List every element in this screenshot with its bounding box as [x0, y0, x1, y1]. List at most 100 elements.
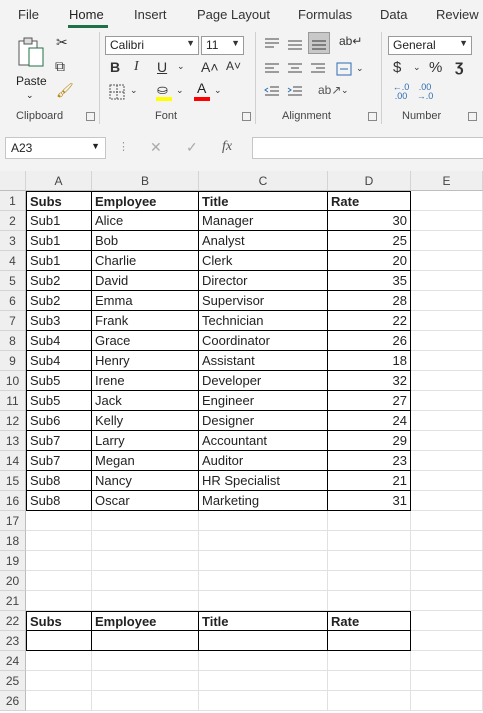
- cell-a24[interactable]: [26, 651, 92, 671]
- wrap-text-icon[interactable]: ab↵: [339, 34, 362, 48]
- cell-e16[interactable]: [411, 491, 483, 511]
- number-launcher-icon[interactable]: [468, 112, 477, 121]
- cell-b12[interactable]: Kelly: [92, 411, 199, 431]
- cell-b14[interactable]: Megan: [92, 451, 199, 471]
- cell-d17[interactable]: [328, 511, 411, 531]
- cell-c26[interactable]: [199, 691, 328, 711]
- cell-c3[interactable]: Analyst: [199, 231, 328, 251]
- increase-decimal-button[interactable]: ←.0 .00: [390, 83, 412, 101]
- cell-a14[interactable]: Sub7: [26, 451, 92, 471]
- row-header-25[interactable]: 25: [0, 671, 26, 691]
- tab-file[interactable]: File: [18, 7, 39, 22]
- cell-b6[interactable]: Emma: [92, 291, 199, 311]
- cell-a3[interactable]: Sub1: [26, 231, 92, 251]
- cell-c6[interactable]: Supervisor: [199, 291, 328, 311]
- cell-c13[interactable]: Accountant: [199, 431, 328, 451]
- cell-a2[interactable]: Sub1: [26, 211, 92, 231]
- cell-c25[interactable]: [199, 671, 328, 691]
- row-header-3[interactable]: 3: [0, 231, 26, 251]
- cell-e2[interactable]: [411, 211, 483, 231]
- cell-d11[interactable]: 27: [328, 391, 411, 411]
- cell-d19[interactable]: [328, 551, 411, 571]
- cell-a7[interactable]: Sub3: [26, 311, 92, 331]
- cell-a4[interactable]: Sub1: [26, 251, 92, 271]
- align-left-icon[interactable]: [264, 62, 280, 76]
- cell-e12[interactable]: [411, 411, 483, 431]
- cell-b23[interactable]: [92, 631, 199, 651]
- chevron-down-icon[interactable]: ⌄: [413, 62, 421, 73]
- cell-a11[interactable]: Sub5: [26, 391, 92, 411]
- cell-b8[interactable]: Grace: [92, 331, 199, 351]
- chevron-down-icon[interactable]: ⌄: [356, 63, 364, 74]
- cell-d10[interactable]: 32: [328, 371, 411, 391]
- cell-b5[interactable]: David: [92, 271, 199, 291]
- row-header-2[interactable]: 2: [0, 211, 26, 231]
- cell-b18[interactable]: [92, 531, 199, 551]
- cell-d12[interactable]: 24: [328, 411, 411, 431]
- column-header-c[interactable]: C: [199, 171, 328, 191]
- align-right-icon[interactable]: [310, 62, 326, 76]
- row-header-23[interactable]: 23: [0, 631, 26, 651]
- confirm-entry-icon[interactable]: ✓: [186, 139, 198, 156]
- tab-insert[interactable]: Insert: [134, 7, 167, 22]
- row-header-18[interactable]: 18: [0, 531, 26, 551]
- align-middle-icon[interactable]: [287, 37, 303, 51]
- cell-e22[interactable]: [411, 611, 483, 631]
- row-header-26[interactable]: 26: [0, 691, 26, 711]
- row-header-12[interactable]: 12: [0, 411, 26, 431]
- cell-e4[interactable]: [411, 251, 483, 271]
- column-header-e[interactable]: E: [411, 171, 483, 191]
- cell-d26[interactable]: [328, 691, 411, 711]
- name-box[interactable]: A23 ▼: [5, 137, 106, 159]
- cell-a13[interactable]: Sub7: [26, 431, 92, 451]
- decrease-indent-icon[interactable]: [264, 85, 280, 99]
- cell-c1[interactable]: Title: [199, 191, 328, 211]
- cell-b24[interactable]: [92, 651, 199, 671]
- tab-formulas[interactable]: Formulas: [298, 7, 352, 22]
- cell-b15[interactable]: Nancy: [92, 471, 199, 491]
- cell-b2[interactable]: Alice: [92, 211, 199, 231]
- row-header-11[interactable]: 11: [0, 391, 26, 411]
- chevron-down-icon[interactable]: ⌄: [176, 85, 184, 96]
- orientation-icon[interactable]: ab↗: [318, 83, 341, 97]
- cell-a15[interactable]: Sub8: [26, 471, 92, 491]
- row-header-7[interactable]: 7: [0, 311, 26, 331]
- cell-a5[interactable]: Sub2: [26, 271, 92, 291]
- cell-e9[interactable]: [411, 351, 483, 371]
- cell-a25[interactable]: [26, 671, 92, 691]
- align-bottom-button[interactable]: [308, 32, 330, 54]
- cell-b4[interactable]: Charlie: [92, 251, 199, 271]
- cell-c22[interactable]: Title: [199, 611, 328, 631]
- cell-d4[interactable]: 20: [328, 251, 411, 271]
- cell-d8[interactable]: 26: [328, 331, 411, 351]
- tab-review[interactable]: Review: [436, 7, 479, 22]
- cell-c7[interactable]: Technician: [199, 311, 328, 331]
- chevron-down-icon[interactable]: ⌄: [341, 85, 349, 96]
- cell-d5[interactable]: 35: [328, 271, 411, 291]
- row-header-1[interactable]: 1: [0, 191, 26, 211]
- alignment-launcher-icon[interactable]: [368, 112, 377, 121]
- cell-c19[interactable]: [199, 551, 328, 571]
- cell-b1[interactable]: Employee: [92, 191, 199, 211]
- cell-d18[interactable]: [328, 531, 411, 551]
- chevron-down-icon[interactable]: ⌄: [177, 61, 185, 72]
- row-header-13[interactable]: 13: [0, 431, 26, 451]
- row-header-22[interactable]: 22: [0, 611, 26, 631]
- cell-a23[interactable]: [26, 631, 92, 651]
- cell-c21[interactable]: [199, 591, 328, 611]
- cell-e23[interactable]: [411, 631, 483, 651]
- cell-e3[interactable]: [411, 231, 483, 251]
- comma-style-button[interactable]: ʒ: [455, 58, 463, 76]
- bold-button[interactable]: B: [110, 59, 120, 75]
- cell-d14[interactable]: 23: [328, 451, 411, 471]
- cell-e14[interactable]: [411, 451, 483, 471]
- cell-e11[interactable]: [411, 391, 483, 411]
- cell-c20[interactable]: [199, 571, 328, 591]
- number-format-select[interactable]: General ▼: [388, 36, 472, 55]
- copy-icon[interactable]: ⧉: [55, 58, 65, 75]
- cell-c12[interactable]: Designer: [199, 411, 328, 431]
- cell-e13[interactable]: [411, 431, 483, 451]
- row-header-16[interactable]: 16: [0, 491, 26, 511]
- font-name-select[interactable]: Calibri ▼: [105, 36, 199, 55]
- row-header-6[interactable]: 6: [0, 291, 26, 311]
